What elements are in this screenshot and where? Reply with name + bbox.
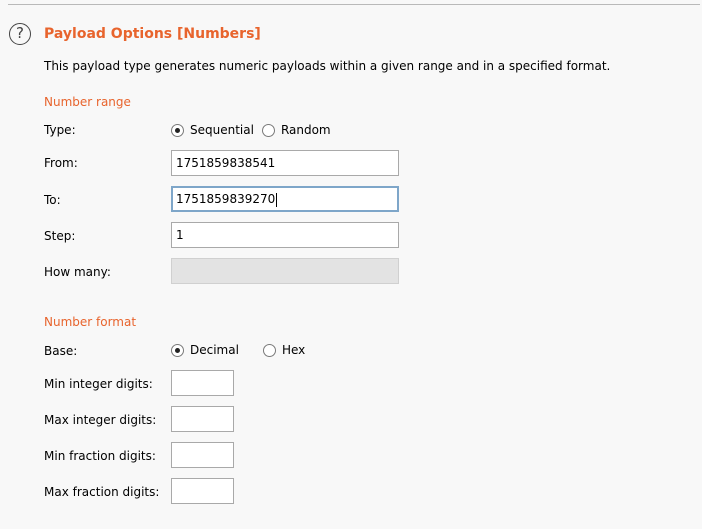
min-integer-digits-label: Min integer digits: [44, 377, 153, 391]
from-label: From: [44, 156, 78, 170]
decimal-radio-label[interactable]: Decimal [190, 343, 239, 357]
sequential-radio[interactable] [171, 123, 184, 137]
type-radio-group: Sequential Random [171, 123, 339, 137]
max-integer-digits-label: Max integer digits: [44, 413, 157, 427]
how-many-label: How many: [44, 265, 111, 279]
step-label: Step: [44, 229, 76, 243]
min-integer-digits-input[interactable] [171, 370, 234, 396]
min-fraction-digits-label: Min fraction digits: [44, 449, 156, 463]
to-label: To: [44, 193, 61, 207]
base-radio-group: Decimal Hex [171, 343, 313, 357]
max-integer-digits-input[interactable] [171, 406, 234, 432]
section-number-format: Number format [44, 315, 137, 329]
from-input[interactable]: 1751859838541 [171, 150, 399, 176]
min-fraction-digits-input[interactable] [171, 442, 234, 468]
decimal-radio[interactable] [171, 343, 184, 357]
max-fraction-digits-input[interactable] [171, 478, 234, 504]
hex-radio[interactable] [262, 343, 276, 357]
random-radio[interactable] [261, 123, 275, 137]
sequential-radio-label[interactable]: Sequential [190, 123, 254, 137]
random-radio-label[interactable]: Random [281, 123, 331, 137]
page-description: This payload type generates numeric payl… [44, 59, 611, 73]
hex-radio-label[interactable]: Hex [282, 343, 305, 357]
type-label: Type: [44, 123, 76, 137]
page-title: Payload Options [Numbers] [44, 26, 261, 42]
step-input-value: 1 [176, 228, 184, 242]
how-many-input [171, 258, 399, 284]
from-input-value: 1751859838541 [176, 156, 276, 170]
max-fraction-digits-label: Max fraction digits: [44, 485, 160, 499]
top-divider [8, 4, 700, 5]
to-input[interactable]: 1751859839270 [171, 186, 399, 212]
help-icon[interactable]: ? [9, 23, 31, 45]
to-input-value: 1751859839270 [176, 192, 276, 206]
step-input[interactable]: 1 [171, 222, 399, 248]
text-caret [276, 192, 278, 207]
base-label: Base: [44, 344, 78, 358]
section-number-range: Number range [44, 95, 131, 109]
